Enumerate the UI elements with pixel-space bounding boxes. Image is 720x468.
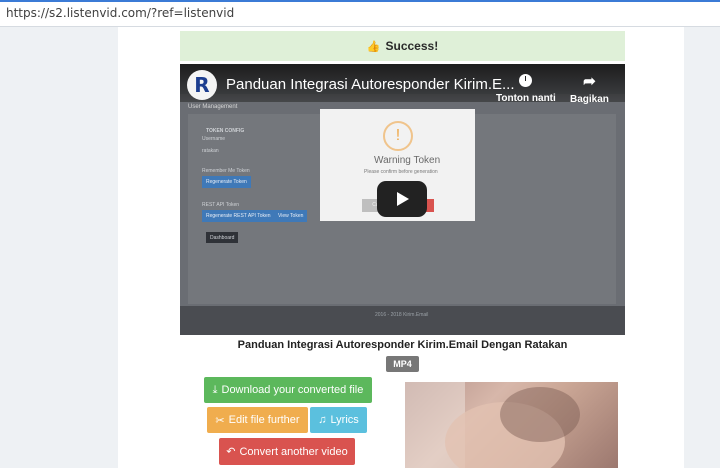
back-arrow-icon: ↶ [226,446,236,458]
download-label: Download your converted file [221,384,364,396]
advertisement-image[interactable] [405,382,618,468]
download-button[interactable]: ⤓ Download your converted file [204,377,372,403]
thumbnail-footer [180,306,625,335]
play-button[interactable] [377,181,427,217]
share-icon: ➦ [583,73,596,90]
channel-logo[interactable]: R [187,70,217,100]
username-value: ratakan [202,148,219,154]
user-management-header: User Management [188,104,238,110]
edit-file-button[interactable]: ✂ Edit file further [207,407,308,433]
music-note-icon: ♫ [318,414,327,426]
thumbnail-copyright: 2016 - 2018 Kirim.Email [375,312,429,318]
convert-another-button[interactable]: ↶ Convert another video [219,438,355,465]
rest-api-label: REST API Token [202,202,240,208]
edit-file-label: Edit file further [228,414,300,426]
token-config-label: TOKEN CONFIG [206,128,245,134]
browser-address-bar[interactable]: https://s2.listenvid.com/?ref=listenvid [0,0,720,27]
scissors-icon: ✂ [215,414,225,427]
video-caption: Panduan Integrasi Autoresponder Kirim.Em… [237,339,568,351]
address-url[interactable]: https://s2.listenvid.com/?ref=listenvid [6,6,234,20]
watch-later-label: Tonton nanti [496,93,556,104]
page-margin-right [684,27,720,468]
ad-image-hair [500,387,580,442]
video-title[interactable]: Panduan Integrasi Autoresponder Kirim.E.… [226,76,515,93]
page-margin-left [0,27,118,468]
main-content: 👍 Success! TOKEN CONFIG Username ratakan… [118,27,684,468]
convert-another-label: Convert another video [239,445,348,458]
dashboard-button: Dashboard [206,232,239,243]
thumbs-up-icon: 👍 [366,40,381,53]
view-token-button: View Token [274,210,308,222]
clock-icon [519,74,533,87]
success-text: Success! [385,39,439,53]
dialog-title: Warning Token [374,155,441,166]
regenerate-token-button: Regenerate Token [202,176,251,188]
share-label: Bagikan [570,94,609,105]
regenerate-rest-button: Regenerate REST API Token [202,210,275,222]
share-button[interactable]: ➦ Bagikan [570,73,609,106]
success-alert: 👍 Success! [180,31,625,61]
watch-later-button[interactable]: Tonton nanti [496,74,556,104]
format-badge: MP4 [386,356,419,372]
lyrics-label: Lyrics [330,414,359,426]
remember-token-label: Remember Me Token [202,168,250,174]
tab-strip-accent [0,0,720,2]
download-icon: ⤓ [212,383,218,396]
warning-icon: ! [383,121,413,151]
lyrics-button[interactable]: ♫ Lyrics [310,407,367,433]
dialog-text: Please confirm before generation [364,169,438,175]
youtube-video-player[interactable]: TOKEN CONFIG Username ratakan Remember M… [180,64,625,335]
username-label: Username [202,136,226,142]
